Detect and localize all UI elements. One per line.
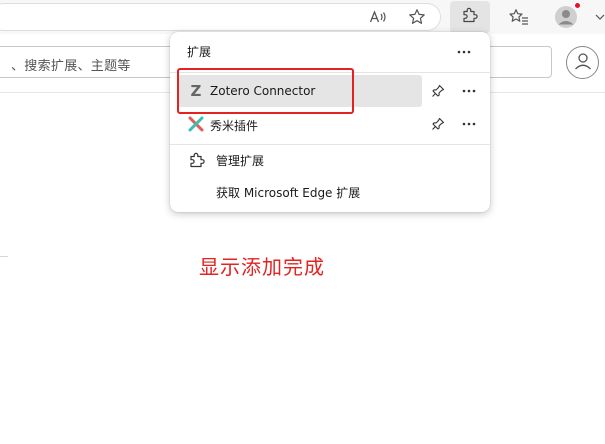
popup-separator <box>170 144 490 145</box>
xiumi-icon <box>188 116 204 132</box>
extension-item-label: 秀米插件 <box>210 119 259 133</box>
account-button[interactable] <box>566 46 599 79</box>
extensions-popup: 扩展 Z Zotero Connector 秀米插件 管理扩展 获取 Micro… <box>170 32 490 212</box>
search-placeholder: 、搜索扩展、主题等 <box>11 59 131 74</box>
more-options-icon[interactable] <box>458 113 480 135</box>
browser-toolbar <box>0 0 605 34</box>
annotation-text: 显示添加完成 <box>199 255 325 279</box>
pin-icon[interactable] <box>428 114 448 134</box>
highlight-box <box>177 68 354 114</box>
divider-mark <box>0 256 8 257</box>
popup-title: 扩展 <box>187 45 212 59</box>
manage-extensions-label: 管理扩展 <box>216 154 265 168</box>
read-aloud-icon[interactable] <box>367 5 391 29</box>
more-options-icon[interactable] <box>453 41 475 63</box>
extensions-icon <box>188 151 206 173</box>
extensions-icon <box>461 6 479 28</box>
profile-icon[interactable] <box>553 2 581 30</box>
pin-icon[interactable] <box>428 81 448 101</box>
favorite-star-icon[interactable] <box>405 5 429 29</box>
person-icon <box>572 50 594 76</box>
favorites-icon[interactable] <box>507 5 531 29</box>
get-edge-extensions-label: 获取 Microsoft Edge 扩展 <box>216 186 361 200</box>
more-options-icon[interactable] <box>458 80 480 102</box>
notification-dot <box>574 2 581 9</box>
extensions-button[interactable] <box>450 1 490 33</box>
chevron-down-icon[interactable] <box>594 5 605 29</box>
